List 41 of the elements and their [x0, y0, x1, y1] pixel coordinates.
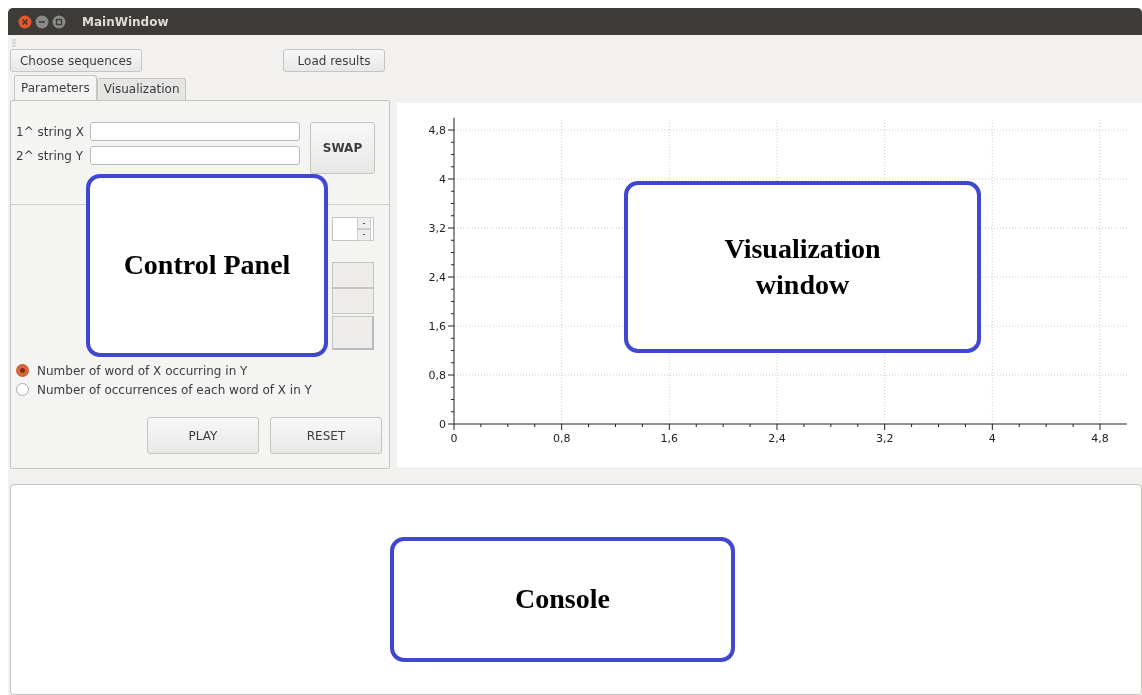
tick-label: 1,6 [428, 320, 446, 333]
action-button[interactable]: RESET [270, 417, 382, 454]
window-title: MainWindow [82, 14, 169, 29]
radio-label: Number of occurrences of each word of X in Y [37, 382, 312, 397]
close-icon[interactable] [18, 14, 32, 29]
radio-button[interactable] [16, 383, 29, 396]
spin-box[interactable] [332, 217, 374, 241]
maximize-icon[interactable] [52, 14, 66, 29]
tick-label: 4 [439, 173, 446, 186]
toolbar-button[interactable]: Choose sequences [10, 49, 142, 72]
hidden-button[interactable] [332, 316, 374, 350]
tick-label: 4,8 [1091, 432, 1109, 445]
minimize-icon[interactable] [35, 14, 49, 29]
field-label: 1^ string X [16, 124, 85, 139]
callout-text: Console [515, 582, 610, 617]
hidden-button[interactable] [332, 262, 374, 288]
action-button[interactable]: PLAY [147, 417, 259, 454]
callout-text: Visualization window [723, 231, 882, 302]
field-label: 2^ string Y [16, 148, 85, 163]
tick-label: 0,8 [428, 369, 446, 382]
hidden-button[interactable] [332, 288, 374, 314]
radio-label: Number of word of X occurring in Y [37, 363, 248, 378]
input-field[interactable] [90, 146, 300, 165]
swap-button[interactable]: SWAP [310, 122, 375, 174]
tick-label: 0,8 [552, 432, 571, 445]
tick-label: 4 [988, 432, 996, 445]
tab[interactable]: Parameters [14, 75, 97, 100]
tab[interactable]: Visualization [96, 78, 187, 100]
callout-text: Control Panel [123, 248, 291, 283]
radio-button[interactable] [16, 364, 29, 377]
tick-label: 0 [439, 418, 446, 431]
tick-label: 2,4 [428, 271, 446, 284]
tick-label: 4,8 [428, 124, 446, 137]
tick-label: 3,2 [875, 432, 894, 445]
tick-label: 0 [450, 432, 458, 445]
tick-label: 1,6 [660, 432, 679, 445]
input-field[interactable] [90, 122, 300, 141]
spin-arrows-icon[interactable] [357, 217, 371, 241]
tick-label: 3,2 [428, 222, 446, 235]
toolbar-button[interactable]: Load results [283, 49, 385, 72]
tick-label: 2,4 [768, 432, 786, 445]
